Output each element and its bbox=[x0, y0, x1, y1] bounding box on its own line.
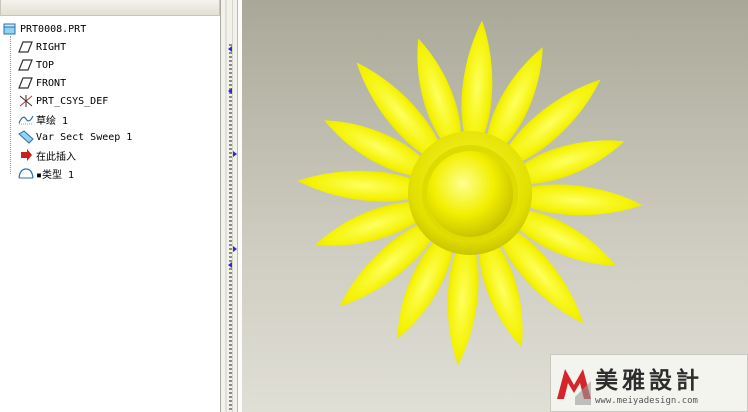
model-tree: PRT0008.PRT RIGHT TOP FRONT PRT_CSYS_DEF bbox=[0, 20, 132, 182]
brand-logo-icon bbox=[557, 369, 591, 405]
tree-item-sketch[interactable]: 草绘 1 bbox=[0, 110, 132, 128]
sweep-icon bbox=[18, 130, 34, 144]
coordinate-system-icon bbox=[18, 94, 34, 108]
tree-item-label: TOP bbox=[36, 59, 55, 71]
watermark-brand: 美雅設計 bbox=[595, 368, 703, 394]
tree-item-label: RIGHT bbox=[36, 41, 67, 53]
graphics-viewport[interactable] bbox=[242, 0, 748, 412]
watermark-url: www.meiyadesign.com bbox=[595, 396, 698, 406]
tree-item-front[interactable]: FRONT bbox=[0, 74, 132, 92]
tree-item-label: 草绘 1 bbox=[36, 115, 69, 127]
tree-item-label: Var Sect Sweep 1 bbox=[36, 131, 133, 143]
tree-item-label: FRONT bbox=[36, 77, 67, 89]
tree-item-right[interactable]: RIGHT bbox=[0, 38, 132, 56]
collapse-left-arrow-icon[interactable] bbox=[228, 88, 232, 94]
surface-feature-icon bbox=[18, 166, 34, 180]
tree-item-insert-here[interactable]: 在此插入 bbox=[0, 146, 132, 164]
expand-right-arrow-icon[interactable] bbox=[233, 151, 237, 157]
tree-item-sweep[interactable]: Var Sect Sweep 1 bbox=[0, 128, 132, 146]
tree-root-item[interactable]: PRT0008.PRT bbox=[0, 20, 132, 38]
collapse-left-arrow-icon[interactable] bbox=[228, 262, 232, 268]
tree-item-label: PRT_CSYS_DEF bbox=[36, 95, 109, 107]
expand-right-arrow-icon[interactable] bbox=[233, 246, 237, 252]
watermark: 美雅設計 www.meiyadesign.com bbox=[550, 354, 748, 412]
flower-model[interactable] bbox=[242, 0, 748, 412]
datum-plane-icon bbox=[18, 40, 34, 54]
collapse-left-arrow-icon[interactable] bbox=[228, 46, 232, 52]
tree-item-csys[interactable]: PRT_CSYS_DEF bbox=[0, 92, 132, 110]
tree-root-label: PRT0008.PRT bbox=[20, 23, 87, 35]
flower-center-dome bbox=[427, 151, 513, 237]
datum-plane-icon bbox=[18, 58, 34, 72]
datum-plane-icon bbox=[18, 76, 34, 90]
tree-item-label: 在此插入 bbox=[36, 151, 76, 163]
sketch-icon bbox=[18, 112, 34, 126]
model-tree-panel: PRT0008.PRT RIGHT TOP FRONT PRT_CSYS_DEF bbox=[0, 0, 220, 412]
model-tree-header bbox=[0, 0, 220, 16]
insert-here-arrow-icon bbox=[18, 148, 34, 162]
tree-item-surface[interactable]: ▪类型 1 bbox=[0, 164, 132, 182]
tree-item-label: ▪类型 1 bbox=[36, 169, 75, 181]
tree-item-top[interactable]: TOP bbox=[0, 56, 132, 74]
part-icon bbox=[2, 22, 18, 36]
panel-splitter[interactable] bbox=[220, 0, 243, 412]
splitter-line bbox=[232, 0, 233, 412]
splitter-bar bbox=[225, 0, 227, 412]
